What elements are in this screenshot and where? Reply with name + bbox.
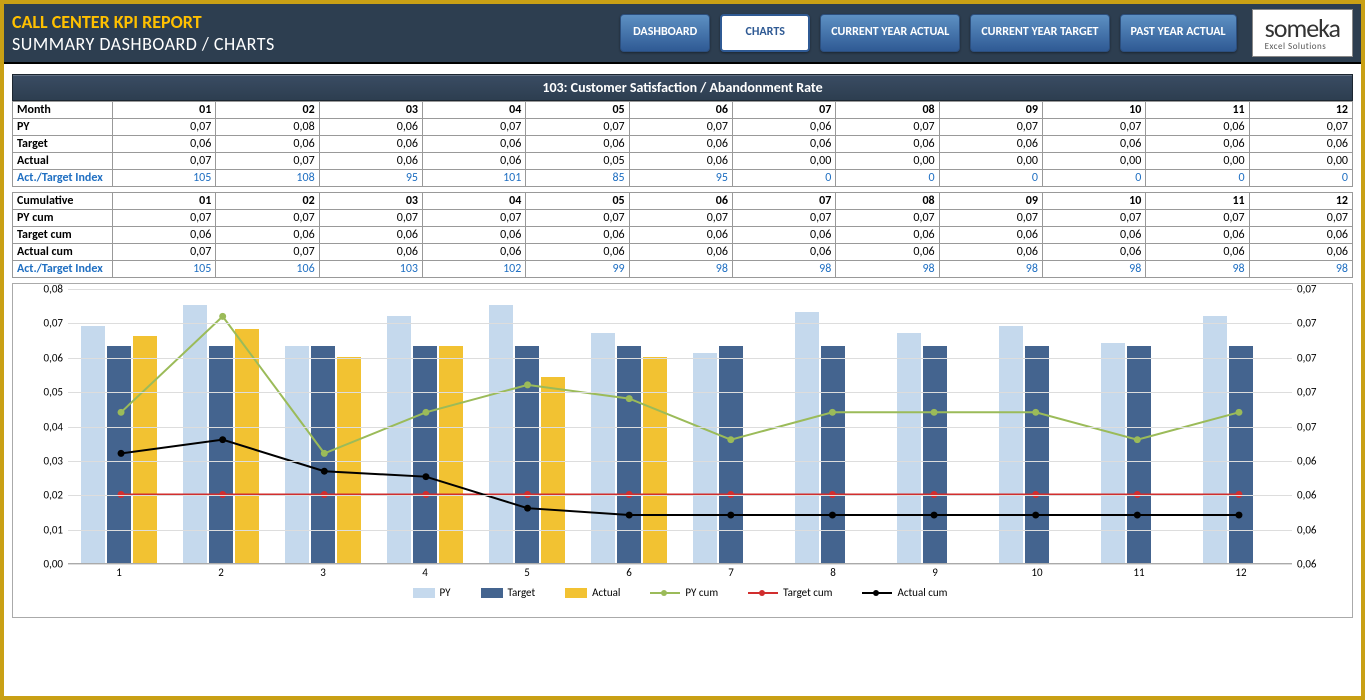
target-row: Target0,060,060,060,060,060,060,060,060,…: [13, 136, 1353, 153]
y-left-tick: 0,01: [23, 523, 63, 536]
cum-index-row: Act./Target Index10510610310299989898989…: [13, 261, 1353, 278]
legend-swatch-actual: [565, 588, 587, 598]
legend-label-actual: Actual: [592, 586, 620, 599]
bar-py-1: [81, 326, 105, 563]
monthly-table: Month010203040506070809101112 PY0,070,08…: [12, 101, 1353, 187]
header: CALL CENTER KPI REPORT SUMMARY DASHBOARD…: [4, 4, 1361, 64]
nav-cy-actual-button[interactable]: CURRENT YEAR ACTUAL: [820, 14, 960, 52]
legend-swatch-py: [413, 588, 435, 598]
chart-legend: PY Target Actual PY cum Target cum Actua…: [18, 586, 1342, 599]
legend-line-actualcum: [862, 592, 892, 594]
y-right-tick: 0,06: [1297, 558, 1337, 571]
chart-container: 0,00 0,01 0,02 0,03 0,04 0,05 0,06 0,07 0,08 0,06…: [12, 283, 1353, 618]
y-right-tick: 0,06: [1297, 489, 1337, 502]
bar-py-10: [999, 326, 1023, 563]
y-left-tick: 0,02: [23, 489, 63, 502]
bar-py-7: [693, 353, 717, 563]
page-subtitle: SUMMARY DASHBOARD / CHARTS: [12, 33, 620, 55]
x-tick: 3: [272, 564, 374, 582]
x-tick: 12: [1190, 564, 1292, 582]
bar-py-6: [591, 333, 615, 563]
py-cum-row: PY cum0,070,070,070,070,070,070,070,070,…: [13, 210, 1353, 227]
chart-plot-area: 0,000,010,020,030,040,050,060,070,080,06…: [68, 289, 1292, 564]
legend-label-actualcum: Actual cum: [897, 586, 947, 599]
bar-actual-5: [541, 377, 565, 563]
nav-cy-target-button[interactable]: CURRENT YEAR TARGET: [970, 14, 1109, 52]
x-axis-labels: 123456789101112: [68, 564, 1292, 582]
x-tick: 1: [68, 564, 170, 582]
index-row: Act./Target Index105108951018595000000: [13, 170, 1353, 187]
nav-charts-button[interactable]: CHARTS: [720, 14, 810, 52]
legend-label-targetcum: Target cum: [783, 586, 832, 599]
legend-label-pycum: PY cum: [685, 586, 718, 599]
brand-logo: someka Excel Solutions: [1252, 9, 1353, 57]
bar-py-2: [183, 305, 207, 563]
x-tick: 10: [986, 564, 1088, 582]
bar-py-8: [795, 312, 819, 563]
nav-py-actual-button[interactable]: PAST YEAR ACTUAL: [1120, 14, 1237, 52]
y-left-tick: 0,08: [23, 283, 63, 296]
months-header-row: Month010203040506070809101112: [13, 102, 1353, 119]
y-right-tick: 0,06: [1297, 523, 1337, 536]
legend-line-targetcum: [748, 592, 778, 594]
chart-title: 103: Customer Satisfaction / Abandonment…: [12, 74, 1353, 101]
y-right-tick: 0,07: [1297, 317, 1337, 330]
bar-py-9: [897, 333, 921, 563]
cumulative-table: Cumulative010203040506070809101112 PY cu…: [12, 192, 1353, 278]
bars-layer: [68, 305, 1292, 563]
actual-cum-row: Actual cum0,070,070,060,060,060,060,060,…: [13, 244, 1353, 261]
y-left-tick: 0,00: [23, 558, 63, 571]
y-left-tick: 0,07: [23, 317, 63, 330]
x-tick: 4: [374, 564, 476, 582]
y-right-tick: 0,07: [1297, 351, 1337, 364]
bar-actual-2: [235, 329, 259, 563]
logo-tagline: Excel Solutions: [1265, 41, 1340, 52]
y-right-tick: 0,07: [1297, 420, 1337, 433]
target-cum-row: Target cum0,060,060,060,060,060,060,060,…: [13, 227, 1353, 244]
x-tick: 2: [170, 564, 272, 582]
x-tick: 7: [680, 564, 782, 582]
actual-row: Actual0,070,070,060,060,050,060,000,000,…: [13, 153, 1353, 170]
bar-py-12: [1203, 316, 1227, 564]
y-right-tick: 0,07: [1297, 283, 1337, 296]
logo-name: someka: [1265, 15, 1340, 41]
legend-label-target: Target: [508, 586, 536, 599]
y-left-tick: 0,04: [23, 420, 63, 433]
bar-py-5: [489, 305, 513, 563]
y-right-tick: 0,06: [1297, 454, 1337, 467]
y-left-tick: 0,03: [23, 454, 63, 467]
report-title: CALL CENTER KPI REPORT: [12, 11, 620, 33]
x-tick: 5: [476, 564, 578, 582]
cum-header-row: Cumulative010203040506070809101112: [13, 193, 1353, 210]
x-tick: 8: [782, 564, 884, 582]
x-tick: 9: [884, 564, 986, 582]
py-row: PY0,070,080,060,070,070,070,060,070,070,…: [13, 119, 1353, 136]
x-tick: 6: [578, 564, 680, 582]
legend-line-pycum: [650, 592, 680, 594]
app-frame: CALL CENTER KPI REPORT SUMMARY DASHBOARD…: [0, 0, 1365, 700]
y-left-tick: 0,05: [23, 386, 63, 399]
nav-dashboard-button[interactable]: DASHBOARD: [620, 14, 710, 52]
legend-swatch-target: [481, 588, 503, 598]
y-right-tick: 0,07: [1297, 386, 1337, 399]
bar-actual-3: [337, 357, 361, 563]
legend-label-py: PY: [440, 586, 451, 599]
bar-actual-6: [643, 357, 667, 563]
x-tick: 11: [1088, 564, 1190, 582]
y-left-tick: 0,06: [23, 351, 63, 364]
bar-py-4: [387, 316, 411, 564]
